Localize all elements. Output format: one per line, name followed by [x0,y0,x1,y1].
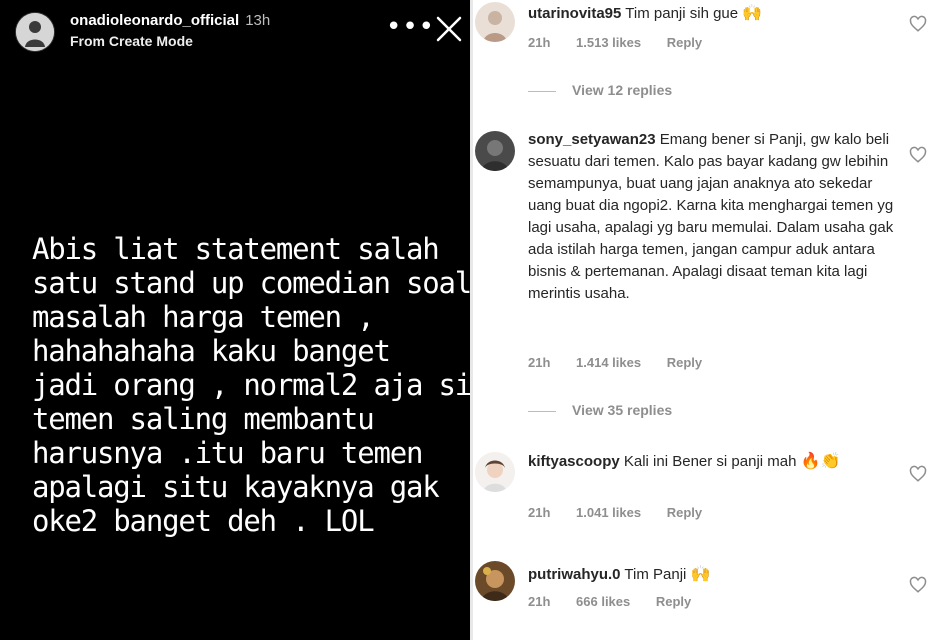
comment-text-block: sony_setyawan23 Emang bener si Panji, gw… [528,129,898,305]
divider-line [528,410,556,412]
comment-time: 21h [528,355,551,370]
heart-icon[interactable] [909,576,927,594]
story-mode: From Create Mode [70,33,193,49]
comment-time: 21h [528,505,551,520]
comment-text-block: utarinovita95 Tim panji sih gue 🙌 [528,3,878,25]
view-replies-label: View 12 replies [572,82,673,98]
comment-time: 21h [528,35,551,50]
heart-icon[interactable] [909,15,927,33]
comment-username[interactable]: kiftyascoopy [528,453,620,470]
avatar[interactable] [475,452,515,492]
story-avatar[interactable] [16,13,54,51]
comment-likes[interactable]: 1.513 likes [576,35,641,50]
fire-clap-emoji: 🔥👏 [800,453,841,470]
comment-text: Kali ini Bener si panji mah [623,453,797,470]
comment-meta: 21h 1.513 likes Reply [528,35,724,50]
story-username[interactable]: onadioleonardo_official [70,12,239,29]
comments-panel: utarinovita95 Tim panji sih gue 🙌 21h 1.… [473,0,941,640]
comment-meta: 21h 666 likes Reply [528,594,713,609]
close-icon[interactable] [434,14,464,44]
avatar[interactable] [475,131,515,171]
more-options-icon[interactable]: ••• [386,12,435,42]
comment-meta: 21h 1.041 likes Reply [528,505,724,520]
story-panel: onadioleonardo_official 13h From Create M… [0,0,470,640]
avatar[interactable] [475,561,515,601]
comment-likes[interactable]: 666 likes [576,594,630,609]
raised-hands-emoji: 🙌 [690,566,711,583]
comment-text-block: kiftyascoopy Kali ini Bener si panji mah… [528,451,858,473]
comment-username[interactable]: sony_setyawan23 [528,131,656,148]
story-username-line: onadioleonardo_official 13h [70,12,270,29]
view-replies-button[interactable]: View 35 replies [528,402,672,418]
comment-text-block: putriwahyu.0 Tim Panji 🙌 [528,564,878,586]
reply-button[interactable]: Reply [667,505,702,520]
story-text: Abis liat statement salah satu stand up … [32,232,470,538]
heart-icon[interactable] [909,465,927,483]
comment-text: Tim panji sih gue [625,5,739,22]
comment-meta: 21h 1.414 likes Reply [528,355,724,370]
comment-time: 21h [528,594,551,609]
comment-text: Tim Panji [624,566,687,583]
reply-button[interactable]: Reply [656,594,691,609]
raised-hands-emoji: 🙌 [742,5,763,22]
comment-username[interactable]: utarinovita95 [528,5,621,22]
story-time: 13h [245,12,271,29]
comment-username[interactable]: putriwahyu.0 [528,566,621,583]
comment-likes[interactable]: 1.041 likes [576,505,641,520]
view-replies-button[interactable]: View 12 replies [528,82,672,98]
reply-button[interactable]: Reply [667,355,702,370]
comment-likes[interactable]: 1.414 likes [576,355,641,370]
reply-button[interactable]: Reply [667,35,702,50]
avatar[interactable] [475,2,515,42]
comment-text: Emang bener si Panji, gw kalo beli sesua… [528,131,894,302]
view-replies-label: View 35 replies [572,402,673,418]
heart-icon[interactable] [909,146,927,164]
divider-line [528,90,556,92]
